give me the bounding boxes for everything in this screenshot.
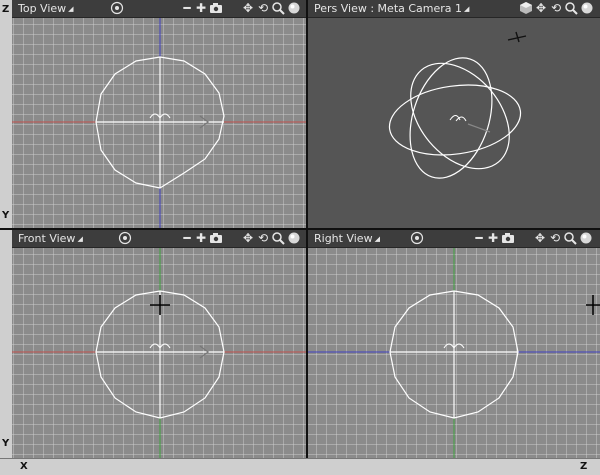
sphere-icon[interactable] — [287, 231, 301, 245]
ruler-letter-y: Y — [2, 210, 10, 221]
right-view-scene — [308, 248, 600, 458]
top-view-header: Top View ◢ ━ ✚ ✥ ⟲ — [12, 0, 306, 18]
move-icon[interactable]: ✥ — [241, 1, 255, 15]
move-icon[interactable]: ✥ — [534, 1, 548, 15]
camera-marker — [507, 31, 527, 43]
top-view-scene — [12, 18, 306, 228]
top-view-viewport[interactable]: Top View ◢ ━ ✚ ✥ ⟲ — [12, 0, 306, 228]
crosshair-cursor — [150, 295, 170, 315]
target-icon[interactable] — [110, 1, 124, 15]
magnifier-icon[interactable] — [271, 1, 285, 15]
ruler-letter-z: Z — [2, 4, 10, 15]
camera-icon[interactable] — [209, 1, 223, 15]
sphere-icon[interactable] — [580, 1, 594, 15]
right-view-viewport[interactable]: Right View ◢ ━ ✚ ✥ ⟲ — [308, 230, 600, 458]
front-view-header: Front View ◢ ━ ✚ ✥ ⟲ — [12, 230, 306, 248]
magnifier-icon[interactable] — [564, 1, 578, 15]
plus-icon[interactable]: ✚ — [486, 231, 500, 245]
top-view-title[interactable]: Top View ◢ — [18, 0, 74, 18]
target-icon[interactable] — [118, 231, 132, 245]
rotate-icon[interactable]: ⟲ — [256, 231, 270, 245]
magnifier-icon[interactable] — [271, 231, 285, 245]
minus-icon[interactable]: ━ — [180, 231, 194, 245]
magnifier-icon[interactable] — [563, 231, 577, 245]
sphere-icon[interactable] — [579, 231, 593, 245]
ruler-letter-y-2: Y — [2, 438, 10, 449]
plus-icon[interactable]: ✚ — [194, 231, 208, 245]
pers-view-title[interactable]: Pers View : Meta Camera 1 ◢ — [314, 0, 469, 18]
minus-icon[interactable]: ━ — [472, 231, 486, 245]
move-icon[interactable]: ✥ — [241, 231, 255, 245]
ruler-letter-x: X — [20, 461, 28, 472]
rotate-icon[interactable]: ⟲ — [256, 1, 270, 15]
camera-icon[interactable] — [209, 231, 223, 245]
camera-icon[interactable] — [501, 231, 515, 245]
front-view-viewport[interactable]: Front View ◢ ━ ✚ ✥ ⟲ — [12, 230, 306, 458]
pers-view-viewport[interactable]: Pers View : Meta Camera 1 ◢ ✥ ⟲ — [308, 0, 600, 228]
crosshair-cursor — [586, 295, 600, 315]
rotate-icon[interactable]: ⟲ — [549, 1, 563, 15]
move-icon[interactable]: ✥ — [533, 231, 547, 245]
front-view-title[interactable]: Front View ◢ — [18, 230, 83, 248]
box-icon[interactable] — [519, 1, 533, 15]
right-view-header: Right View ◢ ━ ✚ ✥ ⟲ — [308, 230, 600, 248]
bottom-ruler: X Z — [0, 458, 600, 475]
pers-view-scene — [388, 31, 527, 179]
plus-icon[interactable]: ✚ — [194, 1, 208, 15]
right-view-title[interactable]: Right View ◢ — [314, 230, 380, 248]
pers-view-header: Pers View : Meta Camera 1 ◢ ✥ ⟲ — [308, 0, 600, 18]
ruler-letter-z-2: Z — [580, 461, 588, 472]
front-view-scene — [12, 248, 306, 458]
sphere-icon[interactable] — [287, 1, 301, 15]
target-icon[interactable] — [410, 231, 424, 245]
rotate-icon[interactable]: ⟲ — [548, 231, 562, 245]
minus-icon[interactable]: ━ — [180, 1, 194, 15]
